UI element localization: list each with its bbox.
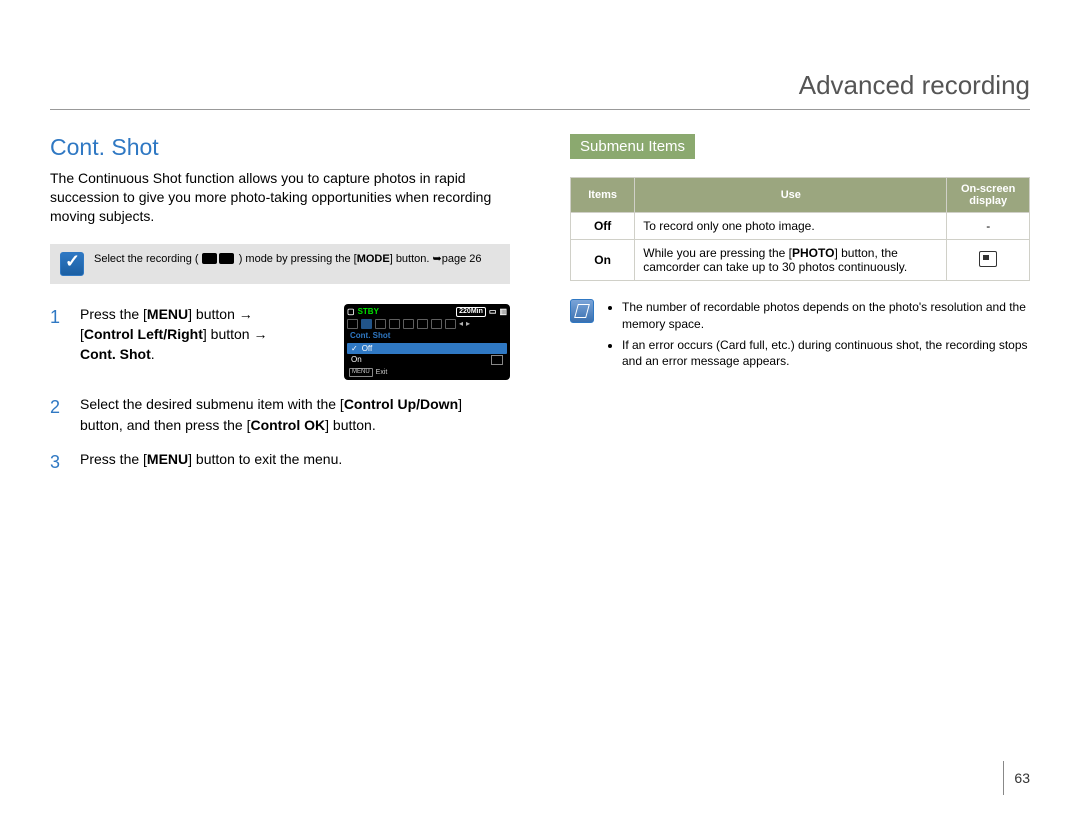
lcd-menu-item-on: On — [347, 354, 507, 366]
remaining-time: 220Min — [456, 307, 486, 317]
tip-text-suffix: ] button. — [390, 253, 433, 265]
tip-text-prefix: Select the recording ( — [94, 253, 199, 265]
steps-list: 1 Press the [MENU] button → [Control Lef… — [50, 304, 510, 475]
mode-button-label: MODE — [357, 253, 390, 265]
lcd-icon-row: ◂ ▸ — [347, 319, 507, 329]
cont-shot-small-icon — [491, 355, 503, 365]
lcd-off-label: Off — [362, 344, 373, 354]
lcd-icon — [347, 319, 358, 329]
step-3-body: Press the [MENU] button to exit the menu… — [80, 449, 510, 475]
photo-button-label: PHOTO — [792, 246, 834, 260]
video-mode-icon — [202, 253, 217, 264]
lcd-exit-row: MENU Exit — [347, 366, 507, 377]
stby-indicator: STBY — [358, 307, 379, 317]
table-row-off: Off To record only one photo image. - — [571, 213, 1030, 240]
step-number-1: 1 — [50, 304, 66, 381]
card-icon: ▢ — [347, 307, 355, 317]
check-icon — [60, 252, 84, 276]
cell-on-item: On — [571, 240, 635, 281]
lcd-icon — [431, 319, 442, 329]
tip-text-mid: ) mode by pressing the [ — [239, 253, 357, 265]
tip-page-ref: page 26 — [442, 253, 482, 265]
table-row-on: On While you are pressing the [PHOTO] bu… — [571, 240, 1030, 281]
mode-tip-text: Select the recording ( ) mode by pressin… — [94, 252, 482, 267]
chevron-left-icon: ◂ — [459, 319, 463, 327]
cell-off-osd: - — [947, 213, 1030, 240]
submenu-items-table: Items Use On-screen display Off To recor… — [570, 177, 1030, 281]
notes-list: The number of recordable photos depends … — [604, 299, 1030, 374]
page-title: Advanced recording — [799, 70, 1030, 100]
camcorder-lcd: ▢ STBY 220Min ▭ ▥ — [344, 304, 510, 381]
right-column: Submenu Items Items Use On-screen displa… — [570, 134, 1030, 489]
lcd-icon — [445, 319, 456, 329]
control-ud-label: Control Up/Down — [344, 396, 458, 412]
th-items: Items — [571, 178, 635, 213]
lcd-on-label: On — [351, 355, 362, 365]
step-2: 2 Select the desired submenu item with t… — [50, 394, 510, 435]
manual-page: Advanced recording Cont. Shot The Contin… — [0, 0, 1080, 825]
notes-box: The number of recordable photos depends … — [570, 299, 1030, 374]
step-1: 1 Press the [MENU] button → [Control Lef… — [50, 304, 510, 381]
lcd-icon — [389, 319, 400, 329]
note-item: If an error occurs (Card full, etc.) dur… — [622, 337, 1030, 371]
page-number: 63 — [1003, 761, 1030, 795]
step-1-body: Press the [MENU] button → [Control Left/… — [80, 304, 330, 381]
left-column: Cont. Shot The Continuous Shot function … — [50, 134, 510, 489]
lcd-icon — [403, 319, 414, 329]
battery-icon: ▥ — [499, 307, 507, 317]
chevron-right-icon: ▸ — [466, 319, 470, 327]
section-title: Cont. Shot — [50, 134, 510, 161]
step-number-2: 2 — [50, 394, 66, 435]
mode-icons — [202, 253, 236, 264]
page-header: Advanced recording — [50, 70, 1030, 110]
step-3: 3 Press the [MENU] button to exit the me… — [50, 449, 510, 475]
arrow-icon: → — [239, 306, 253, 322]
note-item: The number of recordable photos depends … — [622, 299, 1030, 333]
lcd-status-row: ▢ STBY 220Min ▭ ▥ — [347, 307, 507, 317]
submenu-items-header: Submenu Items — [570, 134, 695, 159]
intro-text: The Continuous Shot function allows you … — [50, 169, 510, 226]
cell-off-use: To record only one photo image. — [635, 213, 947, 240]
arrow-icon: ➥ — [433, 253, 442, 265]
lcd-menu-title: Cont. Shot — [347, 329, 507, 343]
menu-button-label: MENU — [147, 306, 188, 322]
photo-mode-icon — [219, 253, 234, 264]
menu-btn-label: MENU — [349, 368, 373, 377]
th-osd: On-screen display — [947, 178, 1030, 213]
cont-shot-osd-icon — [979, 251, 997, 267]
step-number-3: 3 — [50, 449, 66, 475]
lcd-icon — [361, 319, 372, 329]
note-icon — [570, 299, 594, 323]
check-small-icon: ✓ — [351, 344, 358, 354]
arrow-icon: → — [253, 326, 267, 342]
control-ok-label: Control OK — [250, 417, 325, 433]
content-columns: Cont. Shot The Continuous Shot function … — [50, 134, 1030, 489]
lcd-menu-item-off: ✓ Off — [347, 343, 507, 355]
cell-on-use: While you are pressing the [PHOTO] butto… — [635, 240, 947, 281]
lcd-icon — [417, 319, 428, 329]
exit-label: Exit — [376, 369, 388, 377]
menu-button-label: MENU — [147, 451, 188, 467]
cell-off-item: Off — [571, 213, 635, 240]
th-use: Use — [635, 178, 947, 213]
mode-tip-box: Select the recording ( ) mode by pressin… — [50, 244, 510, 284]
step-2-body: Select the desired submenu item with the… — [80, 394, 510, 435]
sd-icon: ▭ — [489, 307, 497, 317]
control-lr-label: Control Left/Right — [84, 326, 203, 342]
table-header-row: Items Use On-screen display — [571, 178, 1030, 213]
lcd-icon — [375, 319, 386, 329]
cell-on-osd — [947, 240, 1030, 281]
cont-shot-label: Cont. Shot — [80, 346, 151, 362]
